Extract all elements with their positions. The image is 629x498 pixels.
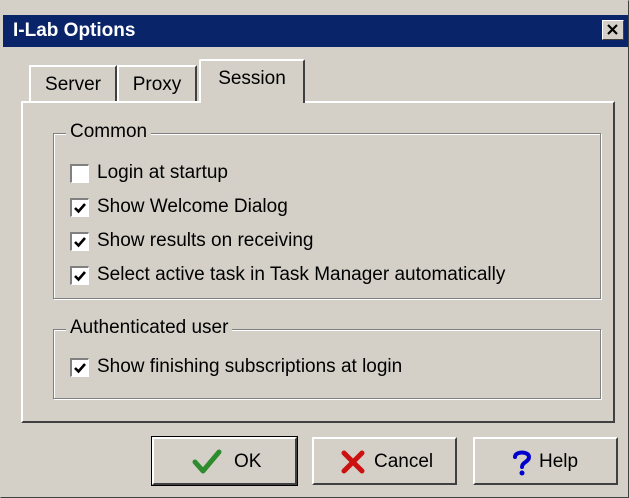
tab-proxy-label: Proxy [132,74,182,95]
close-button[interactable] [602,20,624,40]
window-title: I-Lab Options [13,20,136,41]
checkbox-show-finishing-subscriptions[interactable] [70,358,89,377]
option-label: Select active task in Task Manager autom… [97,264,506,285]
tab-session[interactable]: Session [199,59,305,103]
ok-label: OK [234,451,262,472]
tab-session-label: Session [218,68,286,89]
checkmark-icon [74,203,86,214]
title-bar[interactable]: I-Lab Options [3,15,628,47]
option-label: Show finishing subscriptions at login [97,356,403,377]
group-authenticated-user-label: Authenticated user [66,317,233,339]
option-label: Show Welcome Dialog [97,196,288,217]
checkmark-icon [74,271,86,282]
help-button[interactable]: Help [473,437,618,485]
cancel-button[interactable]: Cancel [312,437,457,485]
close-icon [607,24,618,35]
help-label: Help [539,451,579,472]
option-label: Login at startup [97,162,228,183]
checkmark-icon [74,363,86,374]
option-label: Show results on receiving [97,230,314,251]
tab-proxy[interactable]: Proxy [117,65,197,103]
options-dialog: I-Lab Options Server Proxy Session Commo… [0,0,629,498]
checkmark-icon [74,237,86,248]
checkbox-show-results[interactable] [70,232,89,251]
checkbox-select-active-task[interactable] [70,266,89,285]
tab-panel-session: Common Login at startup Show Welcome Dia… [21,101,615,423]
cancel-label: Cancel [374,451,434,472]
question-icon [513,450,532,476]
group-common-label: Common [66,121,152,143]
ok-button[interactable]: OK [151,436,298,486]
tab-server[interactable]: Server [29,65,117,103]
x-icon [341,450,365,474]
check-icon [192,449,222,474]
group-authenticated-user: Authenticated user Show finishing subscr… [53,317,601,399]
group-common: Common Login at startup Show Welcome Dia… [53,121,601,299]
checkbox-show-welcome-dialog[interactable] [70,198,89,217]
checkbox-login-at-startup[interactable] [70,164,89,183]
tab-server-label: Server [45,74,101,95]
